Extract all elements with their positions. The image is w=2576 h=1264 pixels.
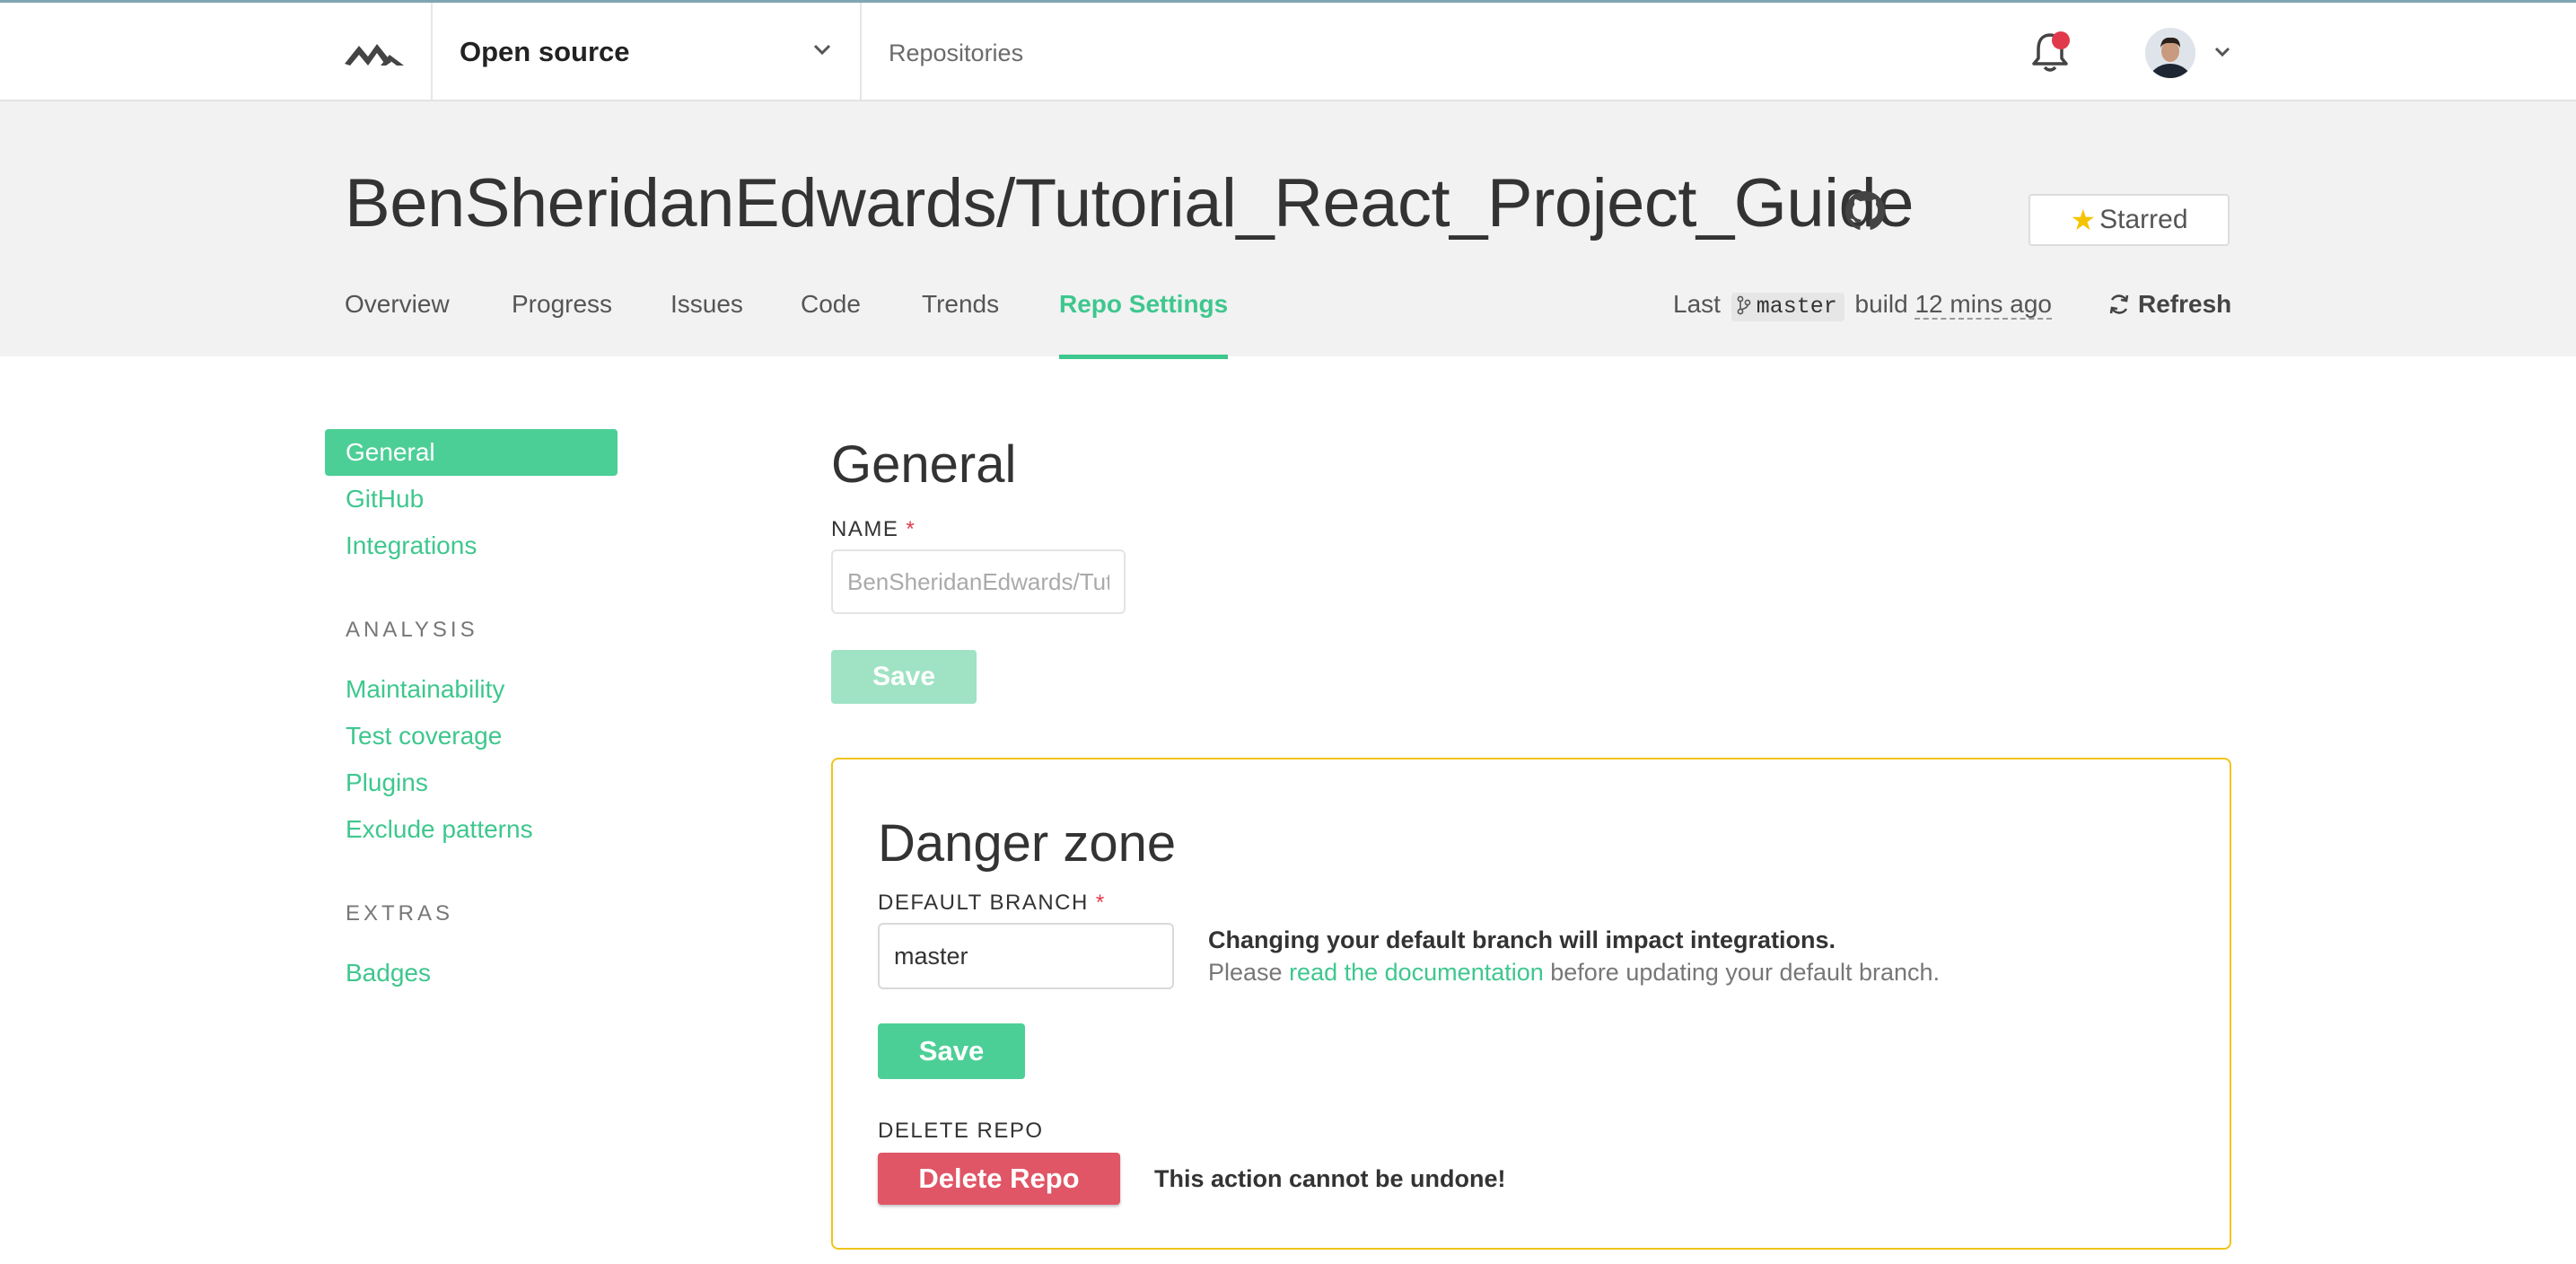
tab-code[interactable]: Code (801, 290, 861, 355)
github-icon[interactable] (1845, 191, 1885, 231)
tab-overview[interactable]: Overview (345, 290, 450, 355)
branch-warning-title: Changing your default branch will impact… (1208, 926, 1836, 953)
refresh-label: Refresh (2138, 290, 2232, 318)
repo-title: BenSheridanEdwards/Tutorial_React_Projec… (345, 165, 1914, 241)
build-middle: build (1854, 290, 1908, 318)
delete-repo-label: DELETE REPO (878, 1119, 1044, 1143)
branch-chip: master (1730, 293, 1844, 321)
sidebar-item-plugins[interactable]: Plugins (325, 759, 618, 806)
name-label: NAME * (831, 517, 916, 542)
sidebar-item-github[interactable]: GitHub (325, 476, 618, 522)
required-marker: * (906, 517, 916, 541)
branch-warning-text: Please read the documentation before upd… (1208, 959, 1940, 987)
required-marker: * (1095, 891, 1106, 915)
sidebar-item-integrations[interactable]: Integrations (325, 522, 618, 569)
build-time-ago[interactable]: 12 mins ago (1914, 290, 2053, 320)
default-branch-label: DEFAULT BRANCH * (878, 891, 1106, 916)
tab-issues[interactable]: Issues (670, 290, 743, 355)
chevron-down-icon[interactable] (812, 42, 832, 57)
danger-zone-title: Danger zone (878, 814, 1177, 873)
danger-zone: Danger zone DEFAULT BRANCH* Changing you… (831, 758, 2231, 1250)
warning-pre: Please (1208, 959, 1290, 986)
sidebar-heading-analysis: ANALYSIS (346, 618, 478, 642)
save-name-button[interactable]: Save (831, 650, 977, 704)
delete-repo-button[interactable]: Delete Repo (878, 1153, 1120, 1205)
star-icon: ★ (2070, 204, 2097, 236)
navbar: Open source Repositories (0, 3, 2576, 101)
delete-warning-text: This action cannot be undone! (1154, 1165, 1506, 1192)
sidebar-item-exclude-patterns[interactable]: Exclude patterns (325, 806, 618, 853)
sidebar-item-maintainability[interactable]: Maintainability (325, 666, 618, 713)
org-selector[interactable]: Open source (460, 36, 630, 68)
chevron-down-icon[interactable] (2213, 46, 2231, 58)
sidebar-item-test-coverage[interactable]: Test coverage (325, 713, 618, 759)
repositories-link[interactable]: Repositories (889, 40, 1023, 67)
last-build-info: Last master build 12 mins ago (1673, 290, 2053, 321)
name-field[interactable] (831, 549, 1126, 614)
sidebar-heading-extras: EXTRAS (346, 901, 454, 926)
default-branch-label-text: DEFAULT BRANCH (878, 891, 1089, 915)
nav-divider (431, 3, 433, 100)
sidebar-item-general[interactable]: General (325, 429, 618, 476)
refresh-button[interactable]: Refresh (2107, 290, 2231, 319)
warning-post: before updating your default branch. (1543, 959, 1941, 986)
avatar[interactable] (2145, 28, 2195, 78)
page-title: General (831, 435, 1017, 494)
name-label-text: NAME (831, 517, 899, 541)
repo-header: BenSheridanEdwards/Tutorial_React_Projec… (0, 101, 2576, 359)
tab-repo-settings[interactable]: Repo Settings (1059, 290, 1229, 359)
save-branch-button[interactable]: Save (878, 1023, 1025, 1079)
git-branch-icon (1737, 295, 1751, 315)
documentation-link[interactable]: read the documentation (1289, 959, 1544, 986)
tab-progress[interactable]: Progress (512, 290, 612, 355)
star-button[interactable]: ★ Starred (2028, 194, 2230, 246)
logo-icon[interactable] (345, 35, 404, 71)
sidebar-item-badges[interactable]: Badges (325, 950, 618, 996)
build-prefix: Last (1673, 290, 1721, 318)
default-branch-field[interactable] (878, 923, 1174, 989)
tab-trends[interactable]: Trends (922, 290, 999, 355)
nav-divider (860, 3, 862, 100)
star-button-label: Starred (2099, 205, 2188, 234)
notification-badge (2052, 31, 2070, 49)
refresh-icon (2109, 294, 2129, 314)
branch-name: master (1756, 294, 1837, 320)
